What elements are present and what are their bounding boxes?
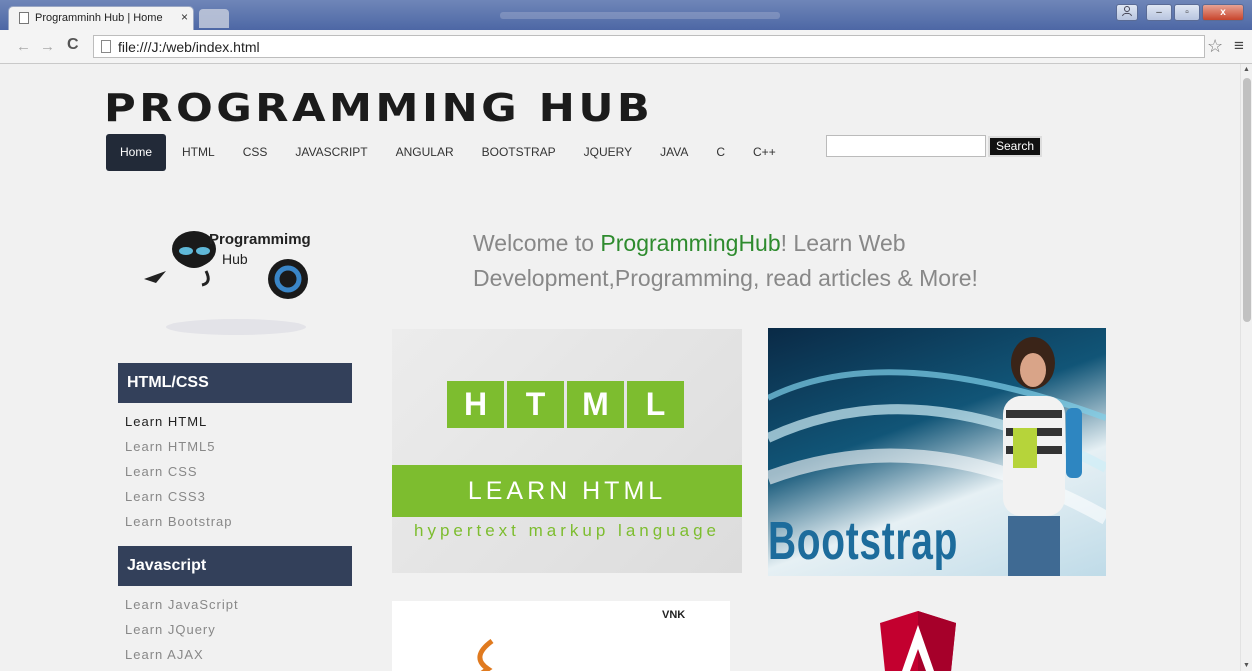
page-scrollbar[interactable]: ▲ ▼ [1240,64,1252,671]
nav-jquery[interactable]: JQUERY [570,134,646,171]
sidebar-heading-javascript: Javascript [118,546,352,586]
html-letter-tiles: H T M L [447,381,684,428]
nav-html[interactable]: HTML [168,134,229,171]
html-letter: H [447,381,504,428]
scrollbar-thumb[interactable] [1243,78,1251,322]
tab-title: Programminh Hub | Home [35,12,163,24]
sidebar-link-learn-bootstrap[interactable]: Learn Bootstrap [125,509,352,534]
nav-css[interactable]: CSS [229,134,282,171]
scroll-down-icon[interactable]: ▼ [1243,662,1250,669]
welcome-text: Welcome to ProgrammingHub! Learn Web Dev… [473,226,1093,296]
sidebar-link-learn-html[interactable]: Learn HTML [125,409,352,434]
user-icon[interactable] [1116,4,1138,21]
file-icon [101,40,111,53]
java-cup-icon [477,639,494,671]
site-logo[interactable]: PROGRAMMING HUB [104,86,653,130]
nav-javascript[interactable]: JAVASCRIPT [281,134,381,171]
sidebar-link-learn-javascript[interactable]: Learn JavaScript [125,592,352,617]
sidebar-link-learn-css3[interactable]: Learn CSS3 [125,484,352,509]
sidebar-list-javascript: Learn JavaScript Learn JQuery Learn AJAX [118,586,352,671]
page-viewport: PROGRAMMING HUB Home HTML CSS JAVASCRIPT… [0,64,1240,671]
html-letter: L [627,381,684,428]
hero-logo-line1: Programmimg [209,231,311,248]
search-button[interactable]: Search [988,136,1042,157]
new-tab-button[interactable] [199,9,229,28]
nav-home[interactable]: Home [106,134,167,171]
angular-shield-icon [880,611,956,671]
url-text[interactable]: file:///J:/web/index.html [118,39,260,55]
window-controls: – ▫ x [1116,4,1244,22]
reload-icon[interactable]: C [67,36,79,54]
browser-toolbar: ← → C file:///J:/web/index.html ☆ ≡ [0,30,1252,64]
html-card-band: LEARN HTML [392,465,742,517]
html-letter: T [507,381,564,428]
welcome-brand: ProgrammingHub [600,230,781,256]
menu-icon[interactable]: ≡ [1234,36,1244,56]
sidebar-list-htmlcss: Learn HTML Learn HTML5 Learn CSS Learn C… [118,403,352,546]
welcome-prefix: Welcome to [473,230,601,256]
sidebar-link-learn-ajax[interactable]: Learn AJAX [125,642,352,667]
sidebar: HTML/CSS Learn HTML Learn HTML5 Learn CS… [118,363,352,671]
search-input[interactable] [826,135,986,157]
address-bar[interactable]: file:///J:/web/index.html [93,35,1205,58]
scroll-up-icon[interactable]: ▲ [1243,66,1250,73]
nav-cpp[interactable]: C++ [739,134,790,171]
nav-bootstrap[interactable]: BOOTSTRAP [468,134,570,171]
main-nav: Home HTML CSS JAVASCRIPT ANGULAR BOOTSTR… [106,134,790,171]
sidebar-link-learn-css[interactable]: Learn CSS [125,459,352,484]
maximize-button[interactable]: ▫ [1174,4,1200,21]
nav-c[interactable]: C [702,134,739,171]
minimize-button[interactable]: – [1146,4,1172,21]
star-icon[interactable]: ☆ [1207,36,1223,57]
java-card-label: VNK [662,609,686,621]
close-window-button[interactable]: x [1202,4,1244,21]
java-course-card[interactable]: VNK [392,601,730,671]
sidebar-heading-htmlcss: HTML/CSS [118,363,352,403]
tab-close-icon[interactable]: × [181,10,188,24]
sidebar-link-learn-jquery[interactable]: Learn JQuery [125,617,352,642]
hero-logo-line2: Hub [222,251,248,267]
sidebar-link-learn-html5[interactable]: Learn HTML5 [125,434,352,459]
browser-tab[interactable]: Programminh Hub | Home × [8,6,194,30]
forward-arrow-icon[interactable]: → [40,38,55,55]
html-course-card[interactable]: H T M L LEARN HTML hypertext markup lang… [392,329,742,573]
page-icon [19,12,29,24]
window-title [500,12,780,19]
nav-java[interactable]: JAVA [646,134,702,171]
angular-course-card[interactable] [768,601,1106,671]
html-card-subtitle: hypertext markup language [413,521,721,540]
nav-angular[interactable]: ANGULAR [382,134,468,171]
window-titlebar: Programminh Hub | Home × – ▫ x [0,0,1252,30]
bootstrap-course-card[interactable]: Bootstrap [768,328,1106,576]
html-letter: M [567,381,624,428]
back-arrow-icon[interactable]: ← [16,38,31,55]
bootstrap-card-title: Bootstrap [768,511,959,571]
